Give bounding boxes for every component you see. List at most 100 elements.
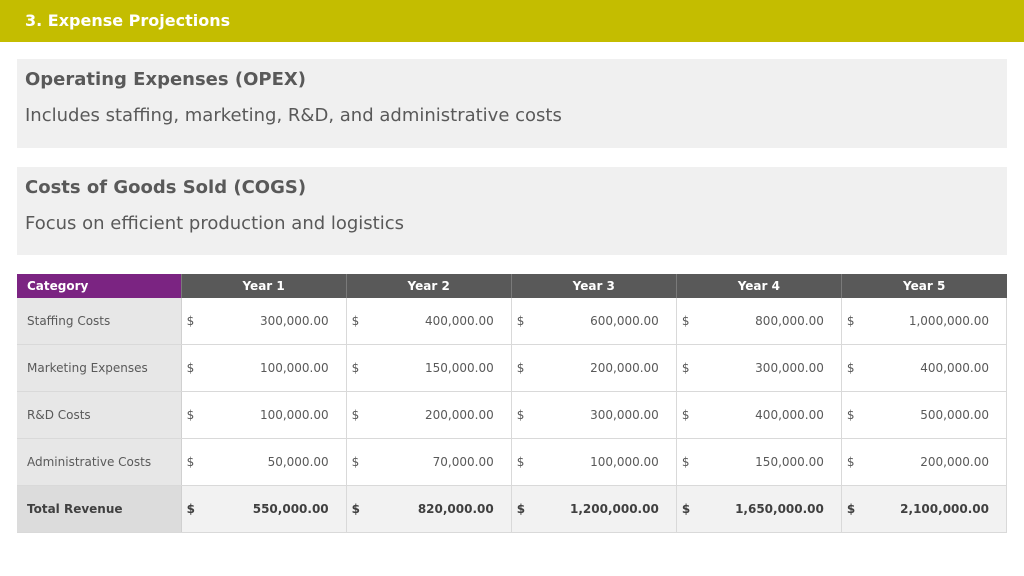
amount-value: 200,000.00 [590, 361, 659, 375]
row-label: Marketing Expenses [17, 344, 182, 392]
amount-value: 200,000.00 [920, 455, 989, 469]
expense-table: Category Year 1 Year 2 Year 3 Year 4 Yea… [17, 274, 1008, 533]
currency-symbol: $ [846, 361, 855, 375]
amount-value: 200,000.00 [425, 408, 494, 422]
currency-symbol: $ [186, 361, 195, 375]
table-row: Staffing Costs $300,000.00 $400,000.00 $600… [17, 298, 1008, 345]
currency-symbol: $ [186, 314, 195, 328]
amount-value: 100,000.00 [590, 455, 659, 469]
currency-symbol: $ [516, 361, 525, 375]
amount-value: 70,000.00 [432, 455, 494, 469]
total-row: Total Revenue $550,000.00 $820,000.00 $1,20… [17, 485, 1008, 533]
amount-cell: $1,200,000.00 [511, 485, 677, 533]
currency-symbol: $ [516, 408, 525, 422]
currency-symbol: $ [846, 502, 856, 516]
currency-symbol: $ [681, 314, 690, 328]
currency-symbol: $ [846, 455, 855, 469]
amount-value: 800,000.00 [755, 314, 824, 328]
amount-value: 1,200,000.00 [569, 502, 659, 516]
amount-value: 300,000.00 [755, 361, 824, 375]
amount-cell: $50,000.00 [181, 438, 347, 486]
amount-cell: $70,000.00 [346, 438, 512, 486]
amount-value: 400,000.00 [425, 314, 494, 328]
row-label: R&D Costs [17, 391, 182, 439]
amount-value: 600,000.00 [590, 314, 659, 328]
currency-symbol: $ [846, 314, 855, 328]
amount-cell: $150,000.00 [346, 344, 512, 392]
amount-cell: $200,000.00 [346, 391, 512, 439]
currency-symbol: $ [516, 455, 525, 469]
table-header-row: Category Year 1 Year 2 Year 3 Year 4 Yea… [17, 274, 1007, 298]
amount-cell: $300,000.00 [676, 344, 842, 392]
category-header: Category [17, 274, 182, 298]
amount-cell: $820,000.00 [346, 485, 512, 533]
amount-value: 820,000.00 [417, 502, 494, 516]
currency-symbol: $ [846, 408, 855, 422]
amount-cell: $2,100,000.00 [841, 485, 1008, 533]
amount-value: 500,000.00 [920, 408, 989, 422]
currency-symbol: $ [516, 502, 526, 516]
amount-value: 550,000.00 [252, 502, 329, 516]
amount-cell: $100,000.00 [511, 438, 677, 486]
amount-value: 400,000.00 [920, 361, 989, 375]
amount-cell: $500,000.00 [841, 391, 1008, 439]
table-row: R&D Costs $100,000.00 $200,000.00 $300,000.… [17, 391, 1008, 439]
amount-value: 100,000.00 [259, 361, 329, 375]
amount-value: 400,000.00 [755, 408, 824, 422]
year-header: Year 5 [841, 274, 1007, 298]
currency-symbol: $ [351, 408, 360, 422]
amount-cell: $300,000.00 [181, 298, 347, 345]
currency-symbol: $ [186, 502, 195, 516]
amount-value: 100,000.00 [259, 408, 329, 422]
row-label: Administrative Costs [17, 438, 182, 486]
currency-symbol: $ [351, 455, 360, 469]
currency-symbol: $ [681, 502, 691, 516]
year-header: Year 1 [181, 274, 347, 298]
amount-value: 300,000.00 [590, 408, 659, 422]
currency-symbol: $ [186, 455, 195, 469]
amount-cell: $200,000.00 [511, 344, 677, 392]
currency-symbol: $ [186, 408, 195, 422]
amount-cell: $150,000.00 [676, 438, 842, 486]
opex-card: Operating Expenses (OPEX) Includes staff… [17, 59, 1007, 148]
cogs-card: Costs of Goods Sold (COGS) Focus on effi… [17, 167, 1007, 255]
amount-value: 1,000,000.00 [908, 314, 989, 328]
amount-cell: $550,000.00 [181, 485, 347, 533]
amount-value: 2,100,000.00 [900, 502, 989, 516]
currency-symbol: $ [681, 408, 690, 422]
currency-symbol: $ [351, 361, 360, 375]
amount-value: 150,000.00 [755, 455, 824, 469]
cogs-text: Focus on efficient production and logist… [25, 213, 405, 234]
amount-value: 50,000.00 [267, 455, 329, 469]
row-label: Staffing Costs [17, 298, 182, 345]
amount-cell: $100,000.00 [181, 344, 347, 392]
currency-symbol: $ [681, 455, 690, 469]
amount-value: 1,650,000.00 [735, 502, 824, 516]
table-row: Administrative Costs $50,000.00 $70,000.00… [17, 438, 1008, 486]
page-title: 3. Expense Projections [25, 11, 231, 30]
amount-cell: $1,650,000.00 [676, 485, 842, 533]
amount-cell: $300,000.00 [511, 391, 677, 439]
amount-cell: $1,000,000.00 [841, 298, 1008, 345]
table-row: Marketing Expenses $100,000.00 $150,000.00… [17, 344, 1008, 392]
amount-cell: $100,000.00 [181, 391, 347, 439]
year-header: Year 2 [346, 274, 512, 298]
amount-cell: $600,000.00 [511, 298, 677, 345]
amount-cell: $400,000.00 [676, 391, 842, 439]
amount-value: 300,000.00 [259, 314, 329, 328]
amount-cell: $800,000.00 [676, 298, 842, 345]
opex-text: Includes staffing, marketing, R&D, and a… [25, 105, 562, 126]
currency-symbol: $ [516, 314, 525, 328]
row-label: Total Revenue [17, 485, 182, 533]
currency-symbol: $ [351, 502, 361, 516]
currency-symbol: $ [351, 314, 360, 328]
year-header: Year 4 [676, 274, 842, 298]
cogs-title: Costs of Goods Sold (COGS) [25, 177, 307, 198]
currency-symbol: $ [681, 361, 690, 375]
amount-value: 150,000.00 [425, 361, 494, 375]
year-header: Year 3 [511, 274, 677, 298]
amount-cell: $400,000.00 [841, 344, 1008, 392]
amount-cell: $400,000.00 [346, 298, 512, 345]
opex-title: Operating Expenses (OPEX) [25, 69, 306, 90]
amount-cell: $200,000.00 [841, 438, 1008, 486]
